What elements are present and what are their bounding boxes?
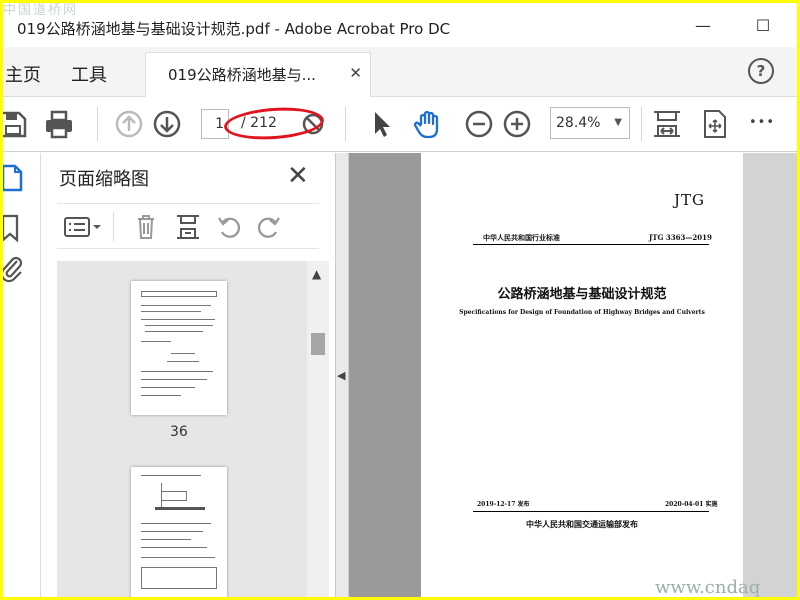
document-viewport[interactable]: JTG 中华人民共和国行业标准 JTG 3363—2019 公路桥涵地基与基础设… <box>349 153 797 597</box>
main-toolbar: 1 / 212 28.4% ▼ ••• <box>3 97 797 152</box>
document-english-title: Specifications for Design of Foundation … <box>459 309 705 316</box>
page-thumbnail-label: 36 <box>170 424 188 440</box>
viewport-margin: www.cndaq <box>655 153 797 597</box>
panel-close-button[interactable]: ✕ <box>287 161 309 191</box>
panel-title: 页面缩略图 <box>59 169 149 190</box>
collapse-panel-icon[interactable]: ◀ <box>337 369 345 382</box>
mini-formula <box>167 361 199 362</box>
panel-separator <box>113 212 114 242</box>
tab-tools[interactable]: 工具 <box>71 61 107 87</box>
toolbar-separator <box>641 107 642 141</box>
bookmark-icon[interactable] <box>3 213 21 243</box>
document-title: 公路桥涵地基与基础设计规范 <box>497 287 667 302</box>
toolbar-separator <box>97 107 98 141</box>
mini-text-line <box>141 395 181 396</box>
next-page-icon[interactable] <box>151 108 183 140</box>
mini-text-line <box>141 379 207 380</box>
panel-splitter[interactable]: ◀ <box>335 153 349 597</box>
select-cursor-icon[interactable] <box>365 108 397 140</box>
tab-document[interactable]: 019公路桥涵地基与... ✕ <box>145 52 371 97</box>
window-title: 019公路桥涵地基与基础设计规范.pdf - Adobe Acrobat Pro… <box>17 20 451 38</box>
save-icon[interactable] <box>3 108 29 140</box>
issuing-category: 中华人民共和国行业标准 <box>483 233 560 242</box>
thumbnails-panel: 页面缩略图 ✕ 36 ▲ <box>41 153 335 597</box>
options-menu-icon[interactable] <box>63 216 103 238</box>
page-thumbnails-icon[interactable] <box>3 163 25 193</box>
mini-text-line <box>141 523 211 524</box>
zoom-out-icon[interactable] <box>463 108 495 140</box>
footer-rule <box>473 511 709 512</box>
attachment-icon[interactable] <box>3 253 25 283</box>
tab-bar: 主页 工具 019公路桥涵地基与... ✕ ? <box>3 47 797 97</box>
title-bar: 中国道桥网 019公路桥涵地基与基础设计规范.pdf - Adobe Acrob… <box>3 3 797 47</box>
publisher: 中华人民共和国交通运输部发布 <box>526 519 638 529</box>
header-rule <box>473 244 709 245</box>
tab-home[interactable]: 主页 <box>5 61 41 87</box>
mini-text-line <box>145 331 203 332</box>
mini-text-line <box>145 325 213 326</box>
mini-text-line <box>141 371 213 372</box>
previous-page-icon[interactable] <box>113 108 145 140</box>
hand-tool-icon[interactable] <box>413 108 445 140</box>
zoom-in-icon[interactable] <box>501 108 533 140</box>
maximize-button[interactable]: ☐ <box>743 11 783 41</box>
zoom-level-value: 28.4% <box>556 115 601 131</box>
help-button[interactable]: ? <box>748 58 774 84</box>
standard-number: JTG 3363—2019 <box>649 233 712 242</box>
site-watermark: www.cndaq <box>655 577 761 597</box>
mini-table <box>141 567 217 589</box>
mini-text-line <box>141 305 211 306</box>
left-navigation-rail <box>3 153 41 597</box>
mini-table <box>141 291 217 297</box>
mini-text-line <box>141 539 191 540</box>
acrobat-window: 中国道桥网 019公路桥涵地基与基础设计规范.pdf - Adobe Acrob… <box>3 3 797 597</box>
mini-figure <box>155 507 205 510</box>
print-icon[interactable] <box>43 108 75 140</box>
delete-icon[interactable] <box>135 214 157 240</box>
mini-text-line <box>141 557 215 558</box>
document-page: JTG 中华人民共和国行业标准 JTG 3363—2019 公路桥涵地基与基础设… <box>421 153 743 597</box>
chevron-down-icon: ▼ <box>614 117 622 128</box>
rotate-counterclockwise-icon[interactable] <box>217 214 243 240</box>
site-watermark: 中国道桥网 <box>3 3 79 18</box>
standard-code: JTG <box>674 191 706 209</box>
thumbnail-scrollbar[interactable]: ▲ <box>307 261 329 597</box>
insert-page-icon[interactable] <box>175 214 201 240</box>
page-thumbnail[interactable] <box>131 281 227 415</box>
issue-date: 2019-12-17 发布 <box>477 501 530 508</box>
mini-formula <box>171 353 195 354</box>
tab-close-button[interactable]: ✕ <box>349 64 362 82</box>
mini-text-line <box>141 387 195 388</box>
minimize-button[interactable]: — <box>683 11 723 41</box>
mini-text-line <box>141 475 201 476</box>
thumbnail-list[interactable]: 36 <box>57 261 307 597</box>
scroll-up-arrow[interactable]: ▲ <box>312 267 321 281</box>
mini-text-line <box>141 311 201 312</box>
panel-toolbar <box>57 203 319 249</box>
page-thumbnail[interactable] <box>131 467 227 597</box>
rotate-clockwise-icon[interactable] <box>255 214 281 240</box>
mini-text-line <box>141 531 203 532</box>
scrollbar-thumb[interactable] <box>311 333 325 355</box>
mini-text-line <box>141 319 215 320</box>
effective-date: 2020-04-01 实施 <box>665 501 718 508</box>
tab-document-label: 019公路桥涵地基与... <box>168 66 316 84</box>
zoom-level-select[interactable]: 28.4% ▼ <box>550 107 630 139</box>
more-tools-button[interactable]: ••• <box>749 115 775 130</box>
mini-text-line <box>141 547 207 548</box>
fit-page-icon[interactable] <box>651 108 683 140</box>
full-screen-icon[interactable] <box>699 108 731 140</box>
mini-figure <box>161 491 187 501</box>
toolbar-separator <box>345 107 346 141</box>
mini-text-line <box>141 341 171 342</box>
